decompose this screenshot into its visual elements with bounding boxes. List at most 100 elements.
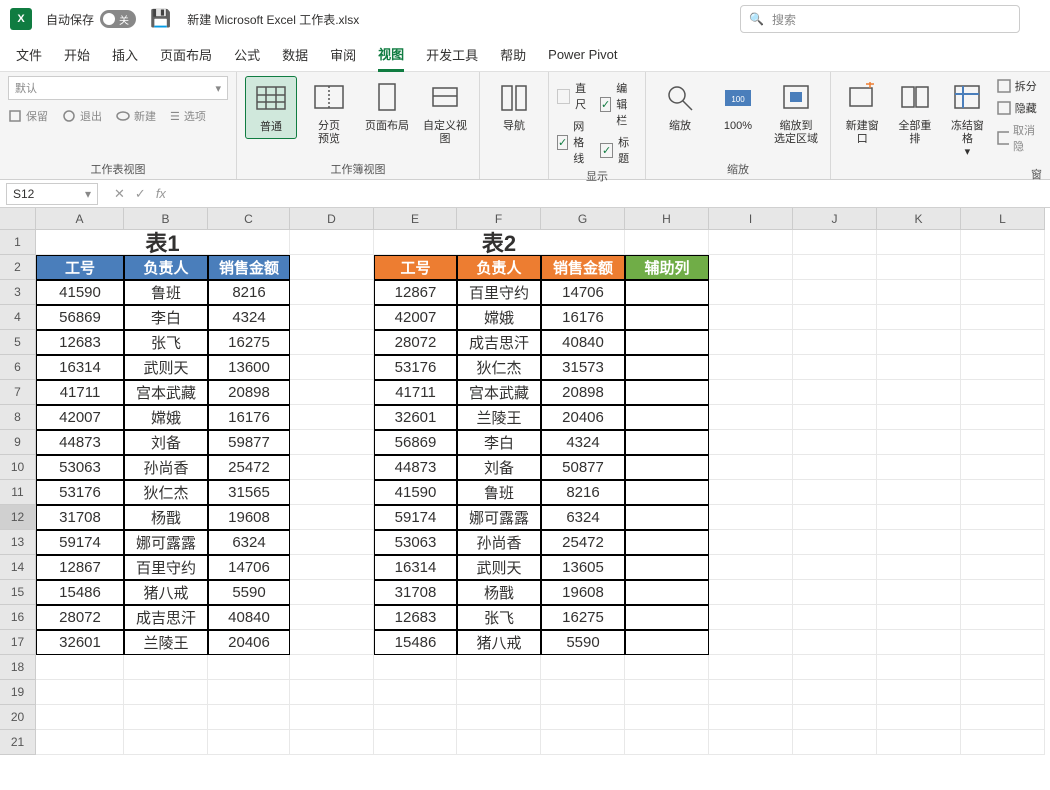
col-head-A[interactable]: A <box>36 208 124 230</box>
cell[interactable] <box>709 405 793 430</box>
cell[interactable] <box>290 555 374 580</box>
cell[interactable]: 13605 <box>541 555 625 580</box>
cell[interactable]: 53176 <box>36 480 124 505</box>
cell[interactable] <box>290 580 374 605</box>
cell[interactable] <box>877 505 961 530</box>
cell[interactable] <box>625 305 709 330</box>
cell[interactable] <box>961 630 1045 655</box>
cell[interactable] <box>961 530 1045 555</box>
col-head-L[interactable]: L <box>961 208 1045 230</box>
cell[interactable] <box>290 730 374 755</box>
cell[interactable]: 5590 <box>541 630 625 655</box>
cell[interactable]: 8216 <box>208 280 290 305</box>
cell[interactable] <box>793 380 877 405</box>
cell[interactable] <box>793 605 877 630</box>
cell[interactable] <box>290 330 374 355</box>
cell[interactable]: 31573 <box>541 355 625 380</box>
col-head-J[interactable]: J <box>793 208 877 230</box>
cell[interactable]: 娜可露露 <box>124 530 208 555</box>
cell[interactable] <box>709 455 793 480</box>
cell[interactable] <box>877 680 961 705</box>
cell[interactable] <box>709 305 793 330</box>
cell[interactable] <box>877 630 961 655</box>
cell[interactable]: 娜可露露 <box>457 505 541 530</box>
cell[interactable] <box>36 705 124 730</box>
zoom-100-button[interactable]: 100 100% <box>712 76 764 137</box>
cell[interactable] <box>625 405 709 430</box>
cell[interactable] <box>290 380 374 405</box>
sheet-view-dropdown[interactable]: 默认▾ <box>8 76 228 100</box>
cell[interactable] <box>793 280 877 305</box>
cell[interactable] <box>290 455 374 480</box>
cell[interactable] <box>625 605 709 630</box>
cell[interactable] <box>36 680 124 705</box>
cell[interactable] <box>793 330 877 355</box>
cell[interactable] <box>208 730 290 755</box>
cell[interactable] <box>961 280 1045 305</box>
row-head-14[interactable]: 14 <box>0 555 36 580</box>
col-head-E[interactable]: E <box>374 208 457 230</box>
cell[interactable]: 4324 <box>208 305 290 330</box>
cell[interactable]: 鲁班 <box>457 480 541 505</box>
cell[interactable] <box>793 255 877 280</box>
cell[interactable] <box>625 280 709 305</box>
cell[interactable] <box>709 630 793 655</box>
spreadsheet[interactable]: 123456789101112131415161718192021 ABCDEF… <box>0 208 1050 790</box>
cell[interactable]: 工号 <box>36 255 124 280</box>
cell[interactable] <box>793 230 877 255</box>
cell[interactable]: 41590 <box>36 280 124 305</box>
cell[interactable] <box>625 480 709 505</box>
cell[interactable] <box>290 305 374 330</box>
tab-开发工具[interactable]: 开发工具 <box>426 39 478 70</box>
save-icon[interactable]: 💾 <box>150 9 171 29</box>
zoom-button[interactable]: 缩放 <box>654 76 706 137</box>
cell[interactable] <box>877 305 961 330</box>
cell[interactable]: 20898 <box>541 380 625 405</box>
split-button[interactable]: 拆分 <box>997 78 1042 94</box>
cell[interactable] <box>877 255 961 280</box>
cell[interactable] <box>625 655 709 680</box>
cell[interactable] <box>709 255 793 280</box>
tab-Power Pivot[interactable]: Power Pivot <box>548 41 617 68</box>
col-head-I[interactable]: I <box>709 208 793 230</box>
row-head-11[interactable]: 11 <box>0 480 36 505</box>
cell[interactable]: 12683 <box>374 605 457 630</box>
cell[interactable] <box>709 730 793 755</box>
keep-button[interactable]: 保留 <box>8 108 48 124</box>
cell[interactable]: 28072 <box>36 605 124 630</box>
cell[interactable] <box>793 555 877 580</box>
page-break-button[interactable]: 分页 预览 <box>303 76 355 150</box>
cell[interactable]: 杨戬 <box>124 505 208 530</box>
cell[interactable]: 56869 <box>374 430 457 455</box>
cell[interactable] <box>709 330 793 355</box>
new-view-button[interactable]: 新建 <box>116 108 156 124</box>
cell[interactable]: 辅助列 <box>625 255 709 280</box>
row-head-5[interactable]: 5 <box>0 330 36 355</box>
cell[interactable]: 表2 <box>374 230 625 255</box>
cell[interactable]: 56869 <box>36 305 124 330</box>
cell[interactable]: 工号 <box>374 255 457 280</box>
cell[interactable]: 销售金额 <box>208 255 290 280</box>
row-head-10[interactable]: 10 <box>0 455 36 480</box>
tab-公式[interactable]: 公式 <box>234 39 260 70</box>
cell[interactable]: 59174 <box>36 530 124 555</box>
cell[interactable] <box>961 555 1045 580</box>
cell[interactable]: 44873 <box>36 430 124 455</box>
fx-icon[interactable]: fx <box>156 186 166 201</box>
cell[interactable]: 狄仁杰 <box>457 355 541 380</box>
cell[interactable]: 12867 <box>36 555 124 580</box>
autosave-toggle[interactable]: 自动保存 关 <box>46 10 136 28</box>
cell[interactable] <box>961 680 1045 705</box>
cell[interactable]: 16314 <box>36 355 124 380</box>
cell[interactable]: 25472 <box>541 530 625 555</box>
cell[interactable] <box>625 455 709 480</box>
tab-页面布局[interactable]: 页面布局 <box>160 39 212 70</box>
cell[interactable]: 6324 <box>541 505 625 530</box>
cell[interactable]: 5590 <box>208 580 290 605</box>
cell[interactable] <box>961 380 1045 405</box>
cell[interactable] <box>877 530 961 555</box>
cell[interactable] <box>877 380 961 405</box>
cancel-icon[interactable]: ✕ <box>114 186 125 202</box>
cell[interactable]: 16275 <box>541 605 625 630</box>
navigation-button[interactable]: 导航 <box>488 76 540 137</box>
